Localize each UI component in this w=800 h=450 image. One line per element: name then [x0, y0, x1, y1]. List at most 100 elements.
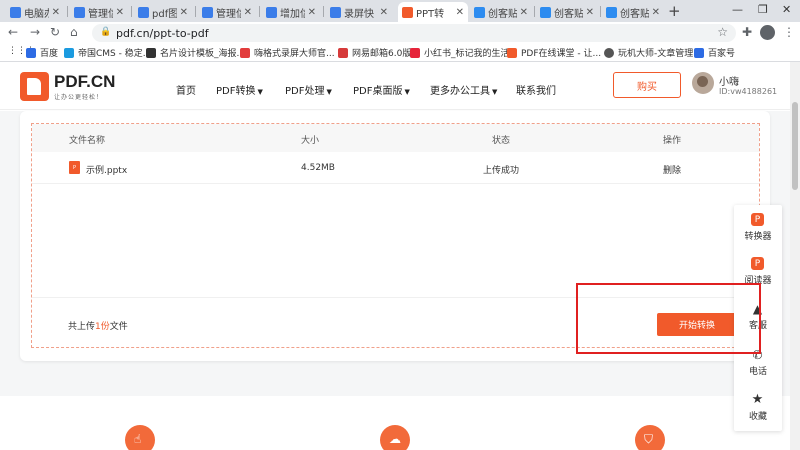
bookmark-item[interactable]: 百家号	[694, 46, 735, 59]
close-icon[interactable]: ✕	[456, 7, 464, 18]
ppt-file-icon: P	[69, 161, 80, 174]
bookmark-item[interactable]: 嗨格式录屏大师官...	[240, 46, 335, 59]
delete-link[interactable]: 删除	[663, 163, 681, 176]
header-filename: 文件名称	[69, 136, 106, 146]
close-icon[interactable]: ✕	[308, 7, 316, 18]
bookmark-item[interactable]: 帝国CMS - 稳定...	[64, 46, 151, 59]
file-list-area: 文件名称 大小 状态 操作 P 示例.pptx 4.52MB 上传成功 删除 共…	[31, 123, 760, 348]
close-icon[interactable]: ✕	[244, 7, 252, 18]
file-size: 4.52MB	[301, 163, 335, 173]
bookmark-item[interactable]: 百度	[26, 46, 58, 59]
side-service[interactable]: ▲ 客服	[734, 294, 782, 338]
page-scrollbar[interactable]	[790, 62, 800, 450]
reader-icon: P	[751, 257, 764, 270]
caret-down-icon: ▼	[404, 88, 410, 96]
tab-favicon-icon	[10, 6, 21, 18]
side-reader[interactable]: P 阅读器	[734, 249, 782, 293]
bookmark-item[interactable]: 玩机大师-文章管理	[604, 46, 693, 59]
nav-pdf-convert[interactable]: PDF转换 ▼	[216, 82, 263, 97]
browser-tab[interactable]: 电脑办公 ✕	[6, 2, 64, 22]
window-close-icon[interactable]: ✕	[782, 3, 791, 16]
tab-title: 创客贴	[488, 8, 517, 20]
table-row: P 示例.pptx 4.52MB 上传成功 删除	[32, 152, 759, 184]
close-icon[interactable]: ✕	[652, 7, 660, 18]
forward-icon[interactable]: →	[30, 25, 40, 39]
close-icon[interactable]: ✕	[180, 7, 188, 18]
header-status: 状态	[492, 136, 511, 146]
logo-slogan: 让办公更轻松！	[54, 94, 104, 101]
caret-down-icon: ▼	[492, 88, 498, 96]
nav-pdf-desktop[interactable]: PDF桌面版 ▼	[353, 82, 410, 97]
reload-icon[interactable]: ↻	[50, 25, 60, 39]
browser-tab-strip: 电脑办公 ✕ 管理信息 ✕ pdf图片 ✕ 管理信息 ✕ 增加信息 ✕ 录屏快 …	[0, 0, 800, 22]
minimize-icon[interactable]: —	[732, 3, 743, 16]
logo-text[interactable]: PDF.CN	[54, 72, 115, 92]
tab-favicon-icon	[138, 6, 149, 18]
file-status: 上传成功	[483, 166, 520, 176]
bookmark-item[interactable]: 小红书_标记我的生活	[410, 46, 510, 59]
nav-more-tools[interactable]: 更多办公工具 ▼	[430, 82, 497, 97]
feature-icon-shield: ⛉	[635, 425, 665, 450]
upload-count: 共上传1份文件	[68, 322, 128, 332]
side-converter[interactable]: P 转换器	[734, 205, 782, 249]
bookmark-item[interactable]: 名片设计模板_海报...	[146, 46, 245, 59]
side-favorite[interactable]: ★ 收藏	[734, 385, 782, 429]
bookmark-favicon-icon	[694, 47, 704, 58]
address-bar[interactable]: 🔒 pdf.cn/ppt-to-pdf ☆	[92, 24, 736, 42]
browser-tab[interactable]: 录屏快 ✕	[326, 2, 392, 22]
start-convert-button[interactable]: 开始转换	[657, 313, 737, 336]
tab-title: pdf图片	[152, 8, 177, 20]
tab-title: 增加信息	[280, 8, 305, 20]
file-name: 示例.pptx	[86, 166, 128, 176]
close-icon[interactable]: ✕	[52, 7, 60, 18]
bookmark-favicon-icon	[26, 47, 36, 58]
maximize-icon[interactable]: ❐	[758, 3, 768, 16]
browser-tab[interactable]: 增加信息 ✕	[262, 2, 320, 22]
tab-title: 电脑办公	[24, 8, 49, 20]
phone-icon: ✆	[752, 347, 763, 362]
divider	[32, 297, 759, 298]
nav-home[interactable]: 首页	[176, 82, 196, 97]
url-text: pdf.cn/ppt-to-pdf	[116, 27, 209, 40]
nav-contact[interactable]: 联系我们	[516, 82, 556, 97]
close-icon[interactable]: ✕	[586, 7, 594, 18]
back-icon[interactable]: ←	[8, 25, 18, 39]
browser-tab[interactable]: 创客贴 ✕	[536, 2, 598, 22]
user-avatar[interactable]	[692, 72, 714, 94]
lock-icon[interactable]: 🔒	[100, 27, 111, 37]
side-phone[interactable]: ✆ 电话	[734, 340, 782, 384]
tab-title: 管理信息	[216, 8, 241, 20]
nav-pdf-process[interactable]: PDF处理 ▼	[285, 82, 332, 97]
user-name[interactable]: 小嗨	[719, 73, 739, 88]
browser-tab[interactable]: 管理信息 ✕	[70, 2, 128, 22]
scrollbar-thumb[interactable]	[792, 102, 798, 190]
bookmark-item[interactable]: PDF在线课堂 - 让...	[507, 46, 601, 59]
browser-toolbar: ← → ↻ ⌂ 🔒 pdf.cn/ppt-to-pdf ☆ ✚ ⋮	[0, 22, 800, 44]
menu-icon[interactable]: ⋮	[783, 25, 795, 39]
tab-favicon-icon	[330, 6, 341, 18]
buy-button[interactable]: 购买	[613, 72, 681, 98]
browser-tab[interactable]: pdf图片 ✕	[134, 2, 192, 22]
feature-icon-cloud: ☁	[380, 425, 410, 450]
site-header: PDF.CN 让办公更轻松！ 首页 PDF转换 ▼ PDF处理 ▼ PDF桌面版 ▼ …	[0, 62, 790, 110]
bookmark-star-icon[interactable]: ☆	[717, 25, 728, 39]
bookmark-favicon-icon	[146, 47, 156, 58]
browser-tab[interactable]: 创客贴 ✕	[602, 2, 664, 22]
close-icon[interactable]: ✕	[520, 7, 528, 18]
browser-profile-avatar[interactable]	[760, 25, 775, 40]
bookmark-favicon-icon	[604, 47, 614, 58]
tab-title: 创客贴	[620, 8, 649, 20]
browser-tab-active[interactable]: PPT转 ✕	[398, 2, 468, 22]
browser-tab[interactable]: 创客贴 ✕	[470, 2, 532, 22]
extensions-icon[interactable]: ✚	[742, 25, 752, 39]
caret-down-icon: ▼	[257, 88, 263, 96]
new-tab-icon[interactable]: +	[668, 2, 681, 20]
star-icon: ★	[751, 392, 764, 407]
home-icon[interactable]: ⌂	[70, 25, 78, 39]
bookmark-item[interactable]: 网易邮箱6.0版	[338, 46, 411, 59]
close-icon[interactable]: ✕	[116, 7, 124, 18]
logo-icon[interactable]	[20, 72, 49, 101]
browser-tab[interactable]: 管理信息 ✕	[198, 2, 256, 22]
close-icon[interactable]: ✕	[380, 7, 388, 18]
tab-title: 录屏快	[344, 8, 374, 20]
